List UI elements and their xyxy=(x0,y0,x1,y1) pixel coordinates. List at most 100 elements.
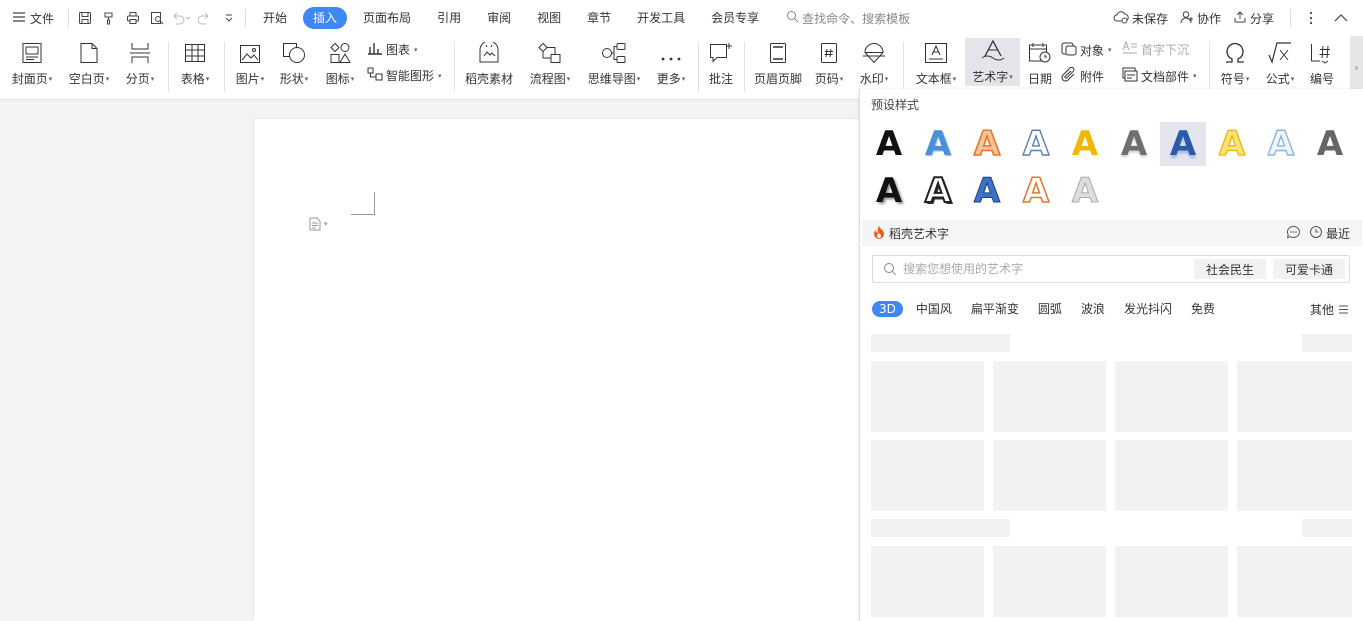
paragraph-options-icon[interactable]: ▾ xyxy=(308,217,328,231)
icon-library-button[interactable]: 图标▾ xyxy=(320,36,360,94)
document-page[interactable]: ▾ xyxy=(254,119,860,621)
margin-marker xyxy=(351,192,375,215)
textbox-button[interactable]: 文本框▾ xyxy=(910,36,962,94)
tab-insert[interactable]: 插入 xyxy=(303,7,348,29)
undo-icon[interactable] xyxy=(169,6,193,30)
wordart-preset-blue-bevel[interactable]: A xyxy=(964,169,1010,213)
document-parts-button[interactable]: 文档部件 ▾ xyxy=(1122,67,1197,85)
smart-graphic-button[interactable]: 智能图形 ▾ xyxy=(367,67,442,84)
header-footer-button[interactable]: 页眉页脚 xyxy=(751,36,805,94)
wordart-label: 艺术字 xyxy=(972,70,1009,84)
command-search[interactable]: 查找命令、搜索模板 xyxy=(786,10,910,27)
attachment-button[interactable]: 附件 xyxy=(1061,66,1105,85)
print-preview-icon[interactable] xyxy=(145,6,169,30)
search-tag-social[interactable]: 社会民生 xyxy=(1194,259,1266,279)
comment-icon xyxy=(709,36,733,66)
cover-page-button[interactable]: 封面页▾ xyxy=(8,36,56,94)
category-free[interactable]: 免费 xyxy=(1191,300,1215,317)
tab-developer[interactable]: 开发工具 xyxy=(624,7,698,29)
date-button[interactable]: 日期 xyxy=(1025,36,1055,94)
feedback-icon[interactable] xyxy=(1286,225,1301,242)
wordart-preset-silver[interactable]: A xyxy=(1062,169,1108,213)
recent-label: 最近 xyxy=(1325,226,1350,241)
wordart-preset-black[interactable]: A xyxy=(866,122,912,166)
more-button[interactable]: 更多▾ xyxy=(652,36,690,94)
drop-cap-icon xyxy=(1122,40,1138,58)
loading-placeholder xyxy=(1302,519,1352,537)
wordart-preset-black-outline[interactable]: A xyxy=(915,169,961,213)
category-wave[interactable]: 波浪 xyxy=(1081,300,1105,317)
wordart-preset-dark-gray[interactable]: A xyxy=(1307,122,1353,166)
wordart-preset-orange-outline[interactable]: A xyxy=(964,122,1010,166)
wordart-preset-orange-hollow[interactable]: A xyxy=(1013,169,1059,213)
share-button[interactable]: 分享 xyxy=(1233,10,1274,27)
wordart-preset-light-blue-hollow[interactable]: A xyxy=(1258,122,1304,166)
comment-button[interactable]: 批注 xyxy=(704,36,738,94)
category-chinese-style[interactable]: 中国风 xyxy=(916,300,952,317)
date-label: 日期 xyxy=(1027,72,1052,86)
table-button[interactable]: 表格▾ xyxy=(175,36,215,94)
tab-view[interactable]: 视图 xyxy=(524,7,574,29)
recent-button[interactable]: 最近 xyxy=(1309,225,1350,242)
category-3d[interactable]: 3D xyxy=(872,300,903,317)
flowchart-button[interactable]: 流程图▾ xyxy=(526,36,574,94)
chart-button[interactable]: 图表 ▾ xyxy=(367,41,418,58)
user-icon xyxy=(1180,10,1194,27)
wordart-search-input[interactable] xyxy=(901,261,1181,277)
loading-placeholder xyxy=(993,361,1106,432)
share-label: 分享 xyxy=(1249,11,1274,26)
calendar-icon xyxy=(1028,36,1052,66)
wordart-preset-blue-hollow[interactable]: A xyxy=(1013,122,1059,166)
collapse-ribbon-icon[interactable] xyxy=(1329,6,1353,30)
tab-member[interactable]: 会员专享 xyxy=(698,7,772,29)
tab-review[interactable]: 审阅 xyxy=(474,7,524,29)
document-parts-label: 文档部件 xyxy=(1141,69,1190,84)
picture-button[interactable]: 图片▾ xyxy=(230,36,270,94)
search-tag-cartoon[interactable]: 可爱卡通 xyxy=(1273,259,1345,279)
category-glow[interactable]: 发光抖闪 xyxy=(1124,300,1172,317)
shape-button[interactable]: 形状▾ xyxy=(274,36,314,94)
format-painter-icon[interactable] xyxy=(97,6,121,30)
symbol-label: 符号 xyxy=(1220,72,1245,86)
tab-section[interactable]: 章节 xyxy=(574,7,624,29)
smart-graphic-icon xyxy=(367,67,383,84)
wordart-preset-blue-shadow[interactable]: A xyxy=(915,122,961,166)
print-icon[interactable] xyxy=(121,6,145,30)
category-flat-gradient[interactable]: 扁平渐变 xyxy=(971,300,1019,317)
wordart-preset-black-shadow[interactable]: A xyxy=(866,169,912,213)
other-categories-button[interactable]: 其他 xyxy=(1310,301,1349,318)
symbol-button[interactable]: 符号▾ xyxy=(1215,36,1255,94)
attachment-label: 附件 xyxy=(1080,69,1105,84)
wordart-preset-navy-reflection[interactable]: A xyxy=(1160,122,1206,166)
blank-page-button[interactable]: 空白页▾ xyxy=(64,36,114,94)
loading-placeholder xyxy=(871,519,1010,537)
tab-home[interactable]: 开始 xyxy=(250,7,300,29)
page-break-button[interactable]: 分页▾ xyxy=(121,36,159,94)
drop-cap-button[interactable]: 首字下沉 xyxy=(1122,40,1189,58)
tab-page-layout[interactable]: 页面布局 xyxy=(350,7,424,29)
wordart-button[interactable]: 艺术字▾ xyxy=(965,38,1020,86)
file-menu-button[interactable]: 文件 xyxy=(0,10,64,27)
page-number-button[interactable]: 页码▾ xyxy=(810,36,848,94)
collaborate-button[interactable]: 协作 xyxy=(1180,10,1221,27)
watermark-button[interactable]: 水印▾ xyxy=(854,36,894,94)
unsaved-label: 未保存 xyxy=(1131,11,1168,26)
mindmap-button[interactable]: 思维导图▾ xyxy=(584,36,644,94)
tab-references[interactable]: 引用 xyxy=(424,7,474,29)
numbering-button[interactable]: 编号 xyxy=(1304,36,1340,94)
quick-access-dropdown-icon[interactable] xyxy=(217,6,241,30)
wordart-preset-gold[interactable]: A xyxy=(1062,122,1108,166)
picture-icon xyxy=(239,36,261,66)
wordart-preset-gray-gradient[interactable]: A xyxy=(1111,122,1157,166)
wordart-search-box[interactable]: 社会民生 可爱卡通 xyxy=(872,255,1350,283)
daoke-material-button[interactable]: 稻壳素材 xyxy=(462,36,516,94)
redo-icon[interactable] xyxy=(193,6,217,30)
unsaved-button[interactable]: 未保存 xyxy=(1113,10,1168,27)
category-arc[interactable]: 圆弧 xyxy=(1038,300,1062,317)
object-button[interactable]: 对象 ▾ xyxy=(1061,41,1112,59)
wordart-preset-yellow-outline[interactable]: A xyxy=(1209,122,1255,166)
formula-button[interactable]: 公式▾ xyxy=(1260,36,1300,94)
save-icon[interactable] xyxy=(73,6,97,30)
search-icon xyxy=(883,262,897,276)
more-options-icon[interactable] xyxy=(1299,6,1323,30)
